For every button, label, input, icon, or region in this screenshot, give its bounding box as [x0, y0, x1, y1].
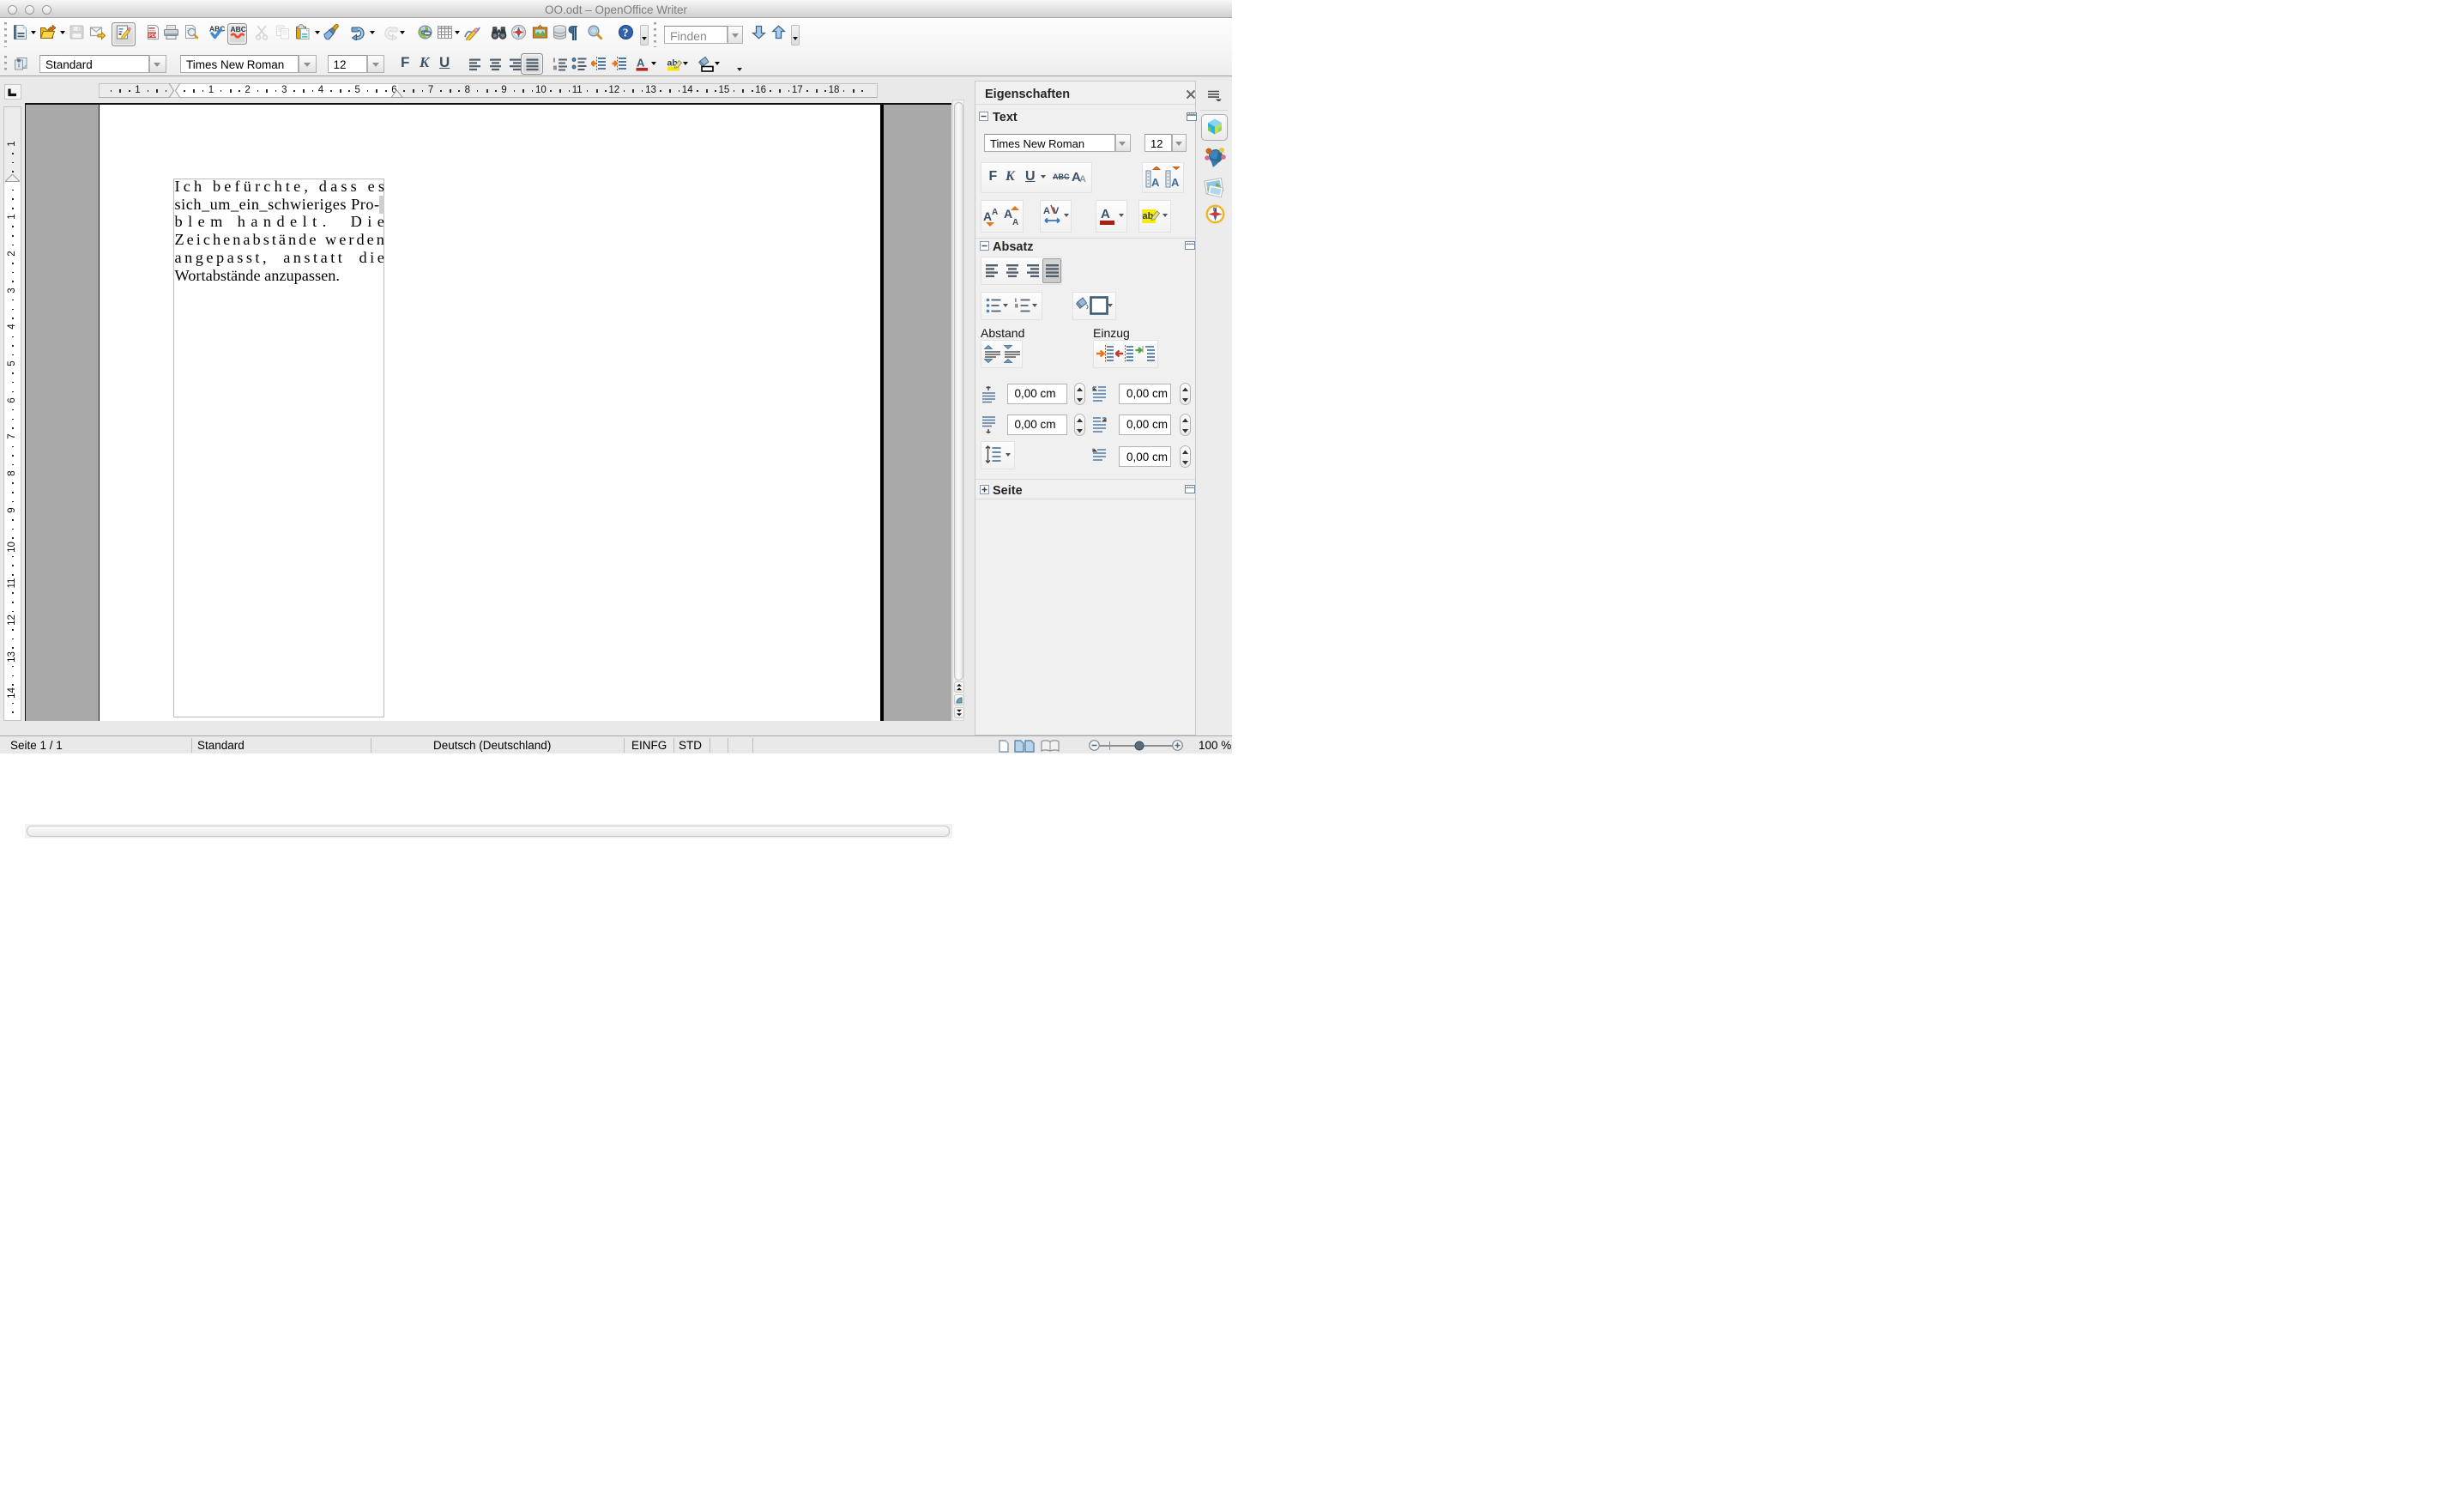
svg-text:A: A — [1171, 176, 1180, 189]
svg-text:A: A — [983, 209, 992, 223]
svg-text:A: A — [1012, 218, 1018, 227]
svg-text:A: A — [992, 208, 998, 217]
svg-text:A: A — [1151, 176, 1160, 189]
svg-text:A: A — [1043, 206, 1050, 216]
svg-text:II: II — [1015, 304, 1018, 310]
svg-text:A: A — [1079, 174, 1086, 184]
svg-text:PDF: PDF — [148, 33, 159, 38]
svg-text:A: A — [637, 56, 645, 69]
svg-text:A: A — [1101, 207, 1110, 221]
svg-text:I: I — [553, 57, 555, 64]
svg-text:N: N — [1213, 208, 1217, 213]
svg-text:ABC: ABC — [230, 25, 245, 33]
svg-text:A: A — [1004, 207, 1012, 221]
svg-text:ABC: ABC — [209, 24, 225, 33]
svg-text:?: ? — [622, 26, 628, 39]
svg-text:¶: ¶ — [568, 24, 577, 40]
svg-text:II: II — [553, 65, 557, 71]
